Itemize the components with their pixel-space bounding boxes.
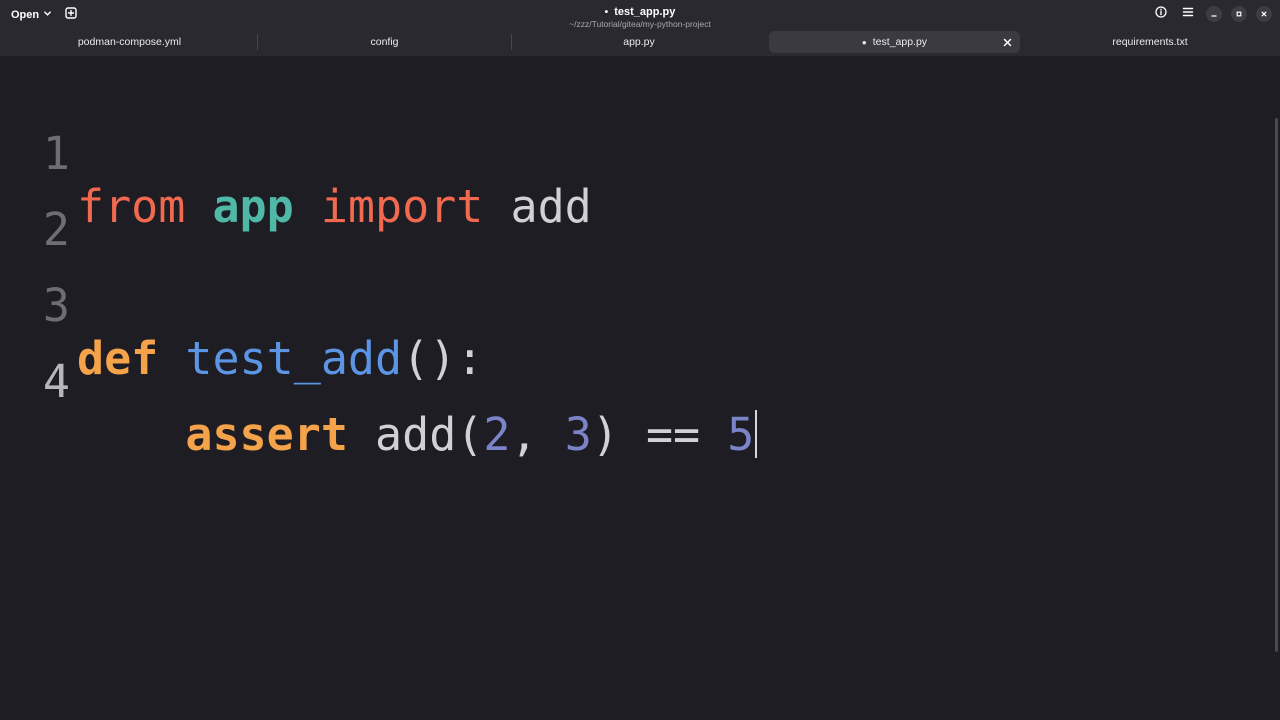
close-icon: [1260, 5, 1268, 23]
tab-label: config: [370, 36, 399, 48]
tab-label: podman-compose.yml: [77, 36, 182, 48]
unsaved-indicator: ●: [861, 37, 867, 47]
close-icon: [1003, 38, 1011, 46]
tab-podman-compose[interactable]: podman-compose.yml: [2, 31, 257, 53]
code-editor[interactable]: 1 from app import add 2 3 def test_add()…: [0, 56, 1280, 720]
document-info-button[interactable]: [1152, 5, 1170, 23]
code-line-3: 3 def test_add():: [0, 226, 1270, 385]
new-tab-button[interactable]: [62, 6, 80, 24]
chevron-down-icon: [43, 9, 52, 21]
tab-requirements[interactable]: requirements.txt: [1022, 31, 1278, 53]
tab-label: requirements.txt: [1112, 36, 1188, 48]
text-editor-window: Open • test_app.py ~/zzz/Tutorial/gitea/…: [0, 0, 1280, 720]
line-number: 4: [42, 355, 70, 408]
keyword-assert: assert: [185, 408, 348, 461]
header-controls: [1152, 5, 1272, 23]
tab-config[interactable]: config: [258, 31, 511, 53]
open-button-label: Open: [11, 9, 40, 21]
header-bar: Open • test_app.py ~/zzz/Tutorial/gitea/…: [0, 0, 1280, 30]
hamburger-menu-icon: [1182, 5, 1194, 23]
window-title: test_app.py: [614, 6, 676, 19]
call-expression: add(: [347, 408, 484, 461]
tab-app-py[interactable]: app.py: [512, 31, 766, 53]
maximize-button[interactable]: [1231, 6, 1247, 22]
text-cursor: [755, 410, 758, 458]
info-icon: [1155, 5, 1167, 23]
main-menu-button[interactable]: [1179, 5, 1197, 23]
code-line-1: 1 from app import add: [0, 74, 1270, 233]
minimize-button[interactable]: [1206, 6, 1222, 22]
number-literal: 3: [564, 408, 592, 461]
line-content[interactable]: assert add(2, 3) == 5: [77, 408, 758, 461]
code-line-4: 4 assert add(2, 3) == 5: [0, 302, 1270, 461]
maximize-icon: [1235, 5, 1243, 23]
tab-bar: podman-compose.yml config app.py ● test_…: [0, 30, 1280, 56]
close-window-button[interactable]: [1256, 6, 1272, 22]
minimize-icon: [1210, 5, 1218, 23]
comparison-operator: ) ==: [591, 408, 728, 461]
code-line-2: 2: [0, 150, 1270, 256]
modified-indicator: •: [604, 7, 609, 18]
tab-label: app.py: [623, 36, 655, 48]
indentation: [77, 408, 185, 461]
window-subtitle-path: ~/zzz/Tutorial/gitea/my-python-project: [569, 18, 711, 29]
number-literal: 5: [727, 408, 755, 461]
new-tab-icon: [65, 6, 77, 24]
tab-close-button[interactable]: [1000, 35, 1014, 49]
open-button[interactable]: Open: [6, 5, 57, 25]
tab-label: test_app.py: [872, 36, 928, 48]
comma: ,: [510, 408, 565, 461]
tab-test-app-py[interactable]: ● test_app.py: [769, 31, 1020, 53]
number-literal: 2: [483, 408, 511, 461]
vertical-scrollbar[interactable]: [1275, 118, 1278, 652]
window-title-block: • test_app.py ~/zzz/Tutorial/gitea/my-py…: [440, 3, 840, 29]
